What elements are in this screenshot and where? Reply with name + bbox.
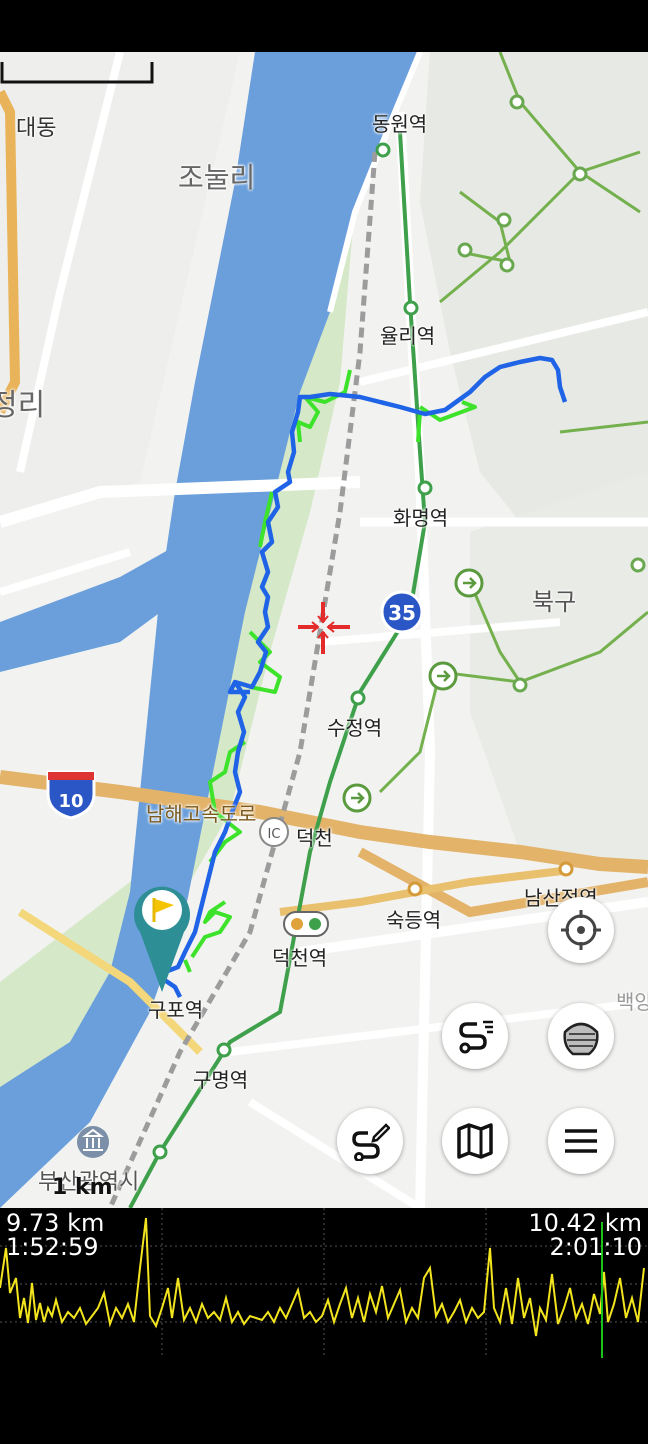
scale-bar bbox=[0, 62, 154, 84]
map-label: 백양 bbox=[616, 990, 648, 1014]
scale-label: 1 km bbox=[52, 1175, 113, 1200]
svg-text:10: 10 bbox=[58, 791, 83, 812]
map-label: 덕천 bbox=[296, 826, 333, 850]
station-label: 숙등역 bbox=[386, 908, 442, 932]
station-marker bbox=[152, 1144, 168, 1160]
station-marker bbox=[558, 861, 574, 877]
trail-node bbox=[496, 212, 512, 228]
station-marker bbox=[407, 881, 423, 897]
station-label: 율리역 bbox=[380, 324, 436, 348]
trail-node bbox=[572, 166, 588, 182]
station-marker bbox=[403, 300, 419, 316]
track-list-button[interactable] bbox=[442, 1003, 508, 1069]
map-label: 북구 bbox=[532, 588, 577, 616]
crosshair-icon bbox=[561, 910, 601, 950]
menu-button[interactable] bbox=[548, 1108, 614, 1174]
station-label: 수정역 bbox=[327, 716, 383, 740]
map-icon bbox=[457, 1123, 493, 1159]
layers-icon bbox=[563, 1022, 599, 1056]
station-label: 덕천역 bbox=[272, 946, 328, 970]
left-time: 1:52:59 bbox=[6, 1233, 99, 1261]
svg-text:IC: IC bbox=[268, 827, 281, 842]
edit-track-icon bbox=[352, 1123, 390, 1161]
status-bar bbox=[0, 0, 648, 52]
left-distance: 9.73 km bbox=[6, 1209, 105, 1237]
hill-terrain bbox=[470, 472, 648, 872]
menu-icon bbox=[565, 1129, 597, 1153]
elevation-graph-panel[interactable]: 9.73 km 1:52:59 10.42 km 2:01:10 bbox=[0, 1208, 648, 1440]
station-label: 화명역 bbox=[393, 506, 449, 530]
map-button[interactable] bbox=[442, 1108, 508, 1174]
trail-node bbox=[509, 94, 525, 110]
station-marker bbox=[417, 480, 433, 496]
road bbox=[395, 111, 436, 1208]
track-list-icon bbox=[459, 1020, 493, 1054]
right-distance: 10.42 km bbox=[528, 1209, 642, 1237]
locate-button[interactable] bbox=[548, 897, 614, 963]
trail-node bbox=[630, 557, 646, 573]
trail-node bbox=[512, 677, 528, 693]
edit-track-button[interactable] bbox=[337, 1108, 403, 1174]
station-label: 구명역 bbox=[193, 1068, 249, 1092]
trail-node bbox=[457, 242, 473, 258]
station-label: 동원역 bbox=[372, 112, 428, 136]
station-marker bbox=[350, 690, 366, 706]
transfer-station-marker bbox=[283, 911, 329, 937]
svg-text:35: 35 bbox=[388, 601, 416, 625]
map-center-crosshair-icon bbox=[298, 602, 350, 654]
trail-node bbox=[499, 257, 515, 273]
station-marker bbox=[375, 142, 391, 158]
station-label: 구포역 bbox=[148, 998, 204, 1022]
map-label: 대동 bbox=[16, 116, 57, 141]
map-label: 조눌리 bbox=[178, 161, 256, 194]
highway-label: 남해고속도로 bbox=[146, 802, 257, 826]
station-marker bbox=[216, 1042, 232, 1058]
map-label: 정리 bbox=[0, 388, 46, 423]
right-time: 2:01:10 bbox=[549, 1233, 642, 1261]
layers-button[interactable] bbox=[548, 1003, 614, 1069]
